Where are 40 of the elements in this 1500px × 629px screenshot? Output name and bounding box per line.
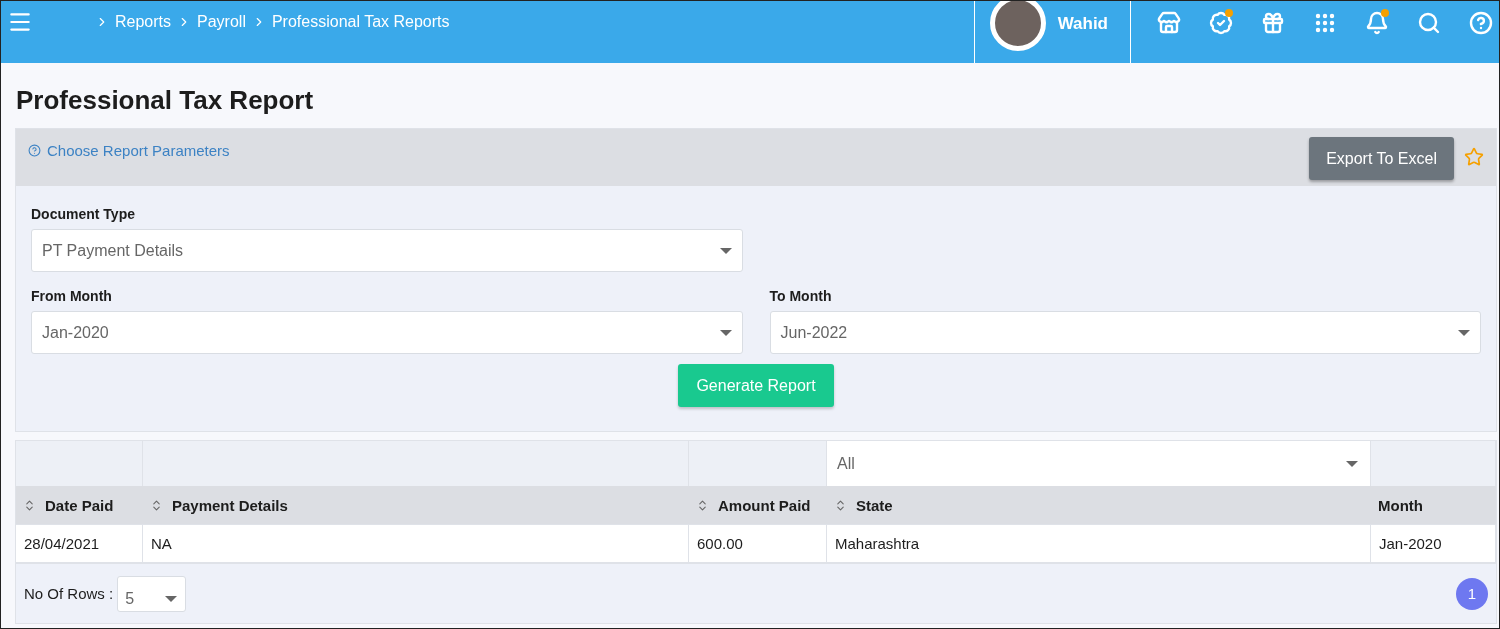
store-icon bbox=[1157, 11, 1181, 35]
rows-select[interactable]: 5 bbox=[117, 575, 187, 612]
star-icon bbox=[1464, 147, 1484, 167]
caret-icon bbox=[719, 247, 732, 254]
caret-icon bbox=[1458, 329, 1470, 336]
table-cell: 600.00 bbox=[689, 524, 827, 563]
column-header[interactable]: Amount Paid bbox=[689, 486, 827, 524]
page-title: Professional Tax Report bbox=[16, 85, 315, 116]
table-cell: 28/04/2021 bbox=[16, 524, 143, 563]
apps-grid-icon bbox=[1313, 11, 1337, 35]
table-cell: NA bbox=[143, 524, 689, 563]
field-label: Document Type bbox=[31, 206, 136, 222]
search-icon bbox=[1417, 11, 1441, 35]
column-header[interactable]: Date Paid bbox=[16, 486, 143, 524]
table-cell: Jan-2020 bbox=[1371, 524, 1496, 563]
state-filter-select[interactable]: All bbox=[827, 441, 1371, 486]
rows-label: No Of Rows : bbox=[24, 585, 114, 602]
field-label: To Month bbox=[769, 288, 833, 304]
choose-parameters-link[interactable]: Choose Report Parameters bbox=[28, 142, 230, 159]
gift-icon bbox=[1261, 11, 1285, 35]
favorite-button[interactable] bbox=[1464, 147, 1484, 167]
avatar[interactable] bbox=[989, 1, 1046, 51]
help-icon bbox=[28, 144, 41, 157]
month-select[interactable]: Jan-2020 bbox=[31, 311, 743, 354]
badge-check-icon bbox=[1209, 11, 1233, 35]
bell-icon bbox=[1365, 11, 1389, 35]
table-cell: Maharashtra bbox=[827, 524, 1371, 563]
column-header[interactable]: State bbox=[827, 486, 1371, 524]
document-type-select[interactable]: PT Payment Details bbox=[31, 229, 743, 272]
export-button[interactable]: Export To Excel bbox=[1309, 137, 1454, 180]
month-select[interactable]: Jun-2022 bbox=[769, 311, 1481, 354]
page-button[interactable]: 1 bbox=[1456, 577, 1488, 610]
caret-icon bbox=[165, 595, 178, 602]
caret-icon bbox=[719, 329, 732, 336]
user-name: Wahid bbox=[1057, 14, 1108, 34]
field-label: From Month bbox=[31, 288, 113, 304]
caret-icon bbox=[1346, 460, 1358, 467]
column-header[interactable]: Month bbox=[1371, 486, 1496, 524]
help-icon bbox=[1469, 11, 1493, 35]
column-header[interactable]: Payment Details bbox=[143, 486, 689, 524]
